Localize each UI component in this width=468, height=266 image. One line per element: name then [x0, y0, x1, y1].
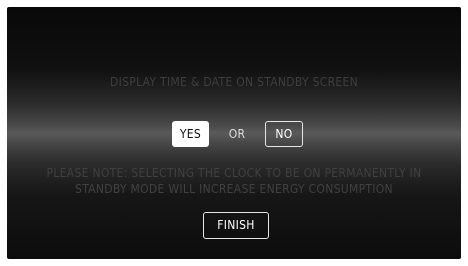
dialog-title: DISPLAY TIME & DATE ON STANDBY SCREEN [110, 75, 358, 89]
energy-note-line-1: PLEASE NOTE: SELECTING THE CLOCK TO BE O… [46, 166, 422, 180]
standby-settings-screen: DISPLAY TIME & DATE ON STANDBY SCREEN YE… [7, 7, 461, 259]
no-button[interactable]: NO [265, 121, 303, 147]
energy-note: PLEASE NOTE: SELECTING THE CLOCK TO BE O… [7, 165, 461, 197]
energy-note-line-2: STANDBY MODE WILL INCREASE ENERGY CONSUM… [75, 182, 393, 196]
yes-button[interactable]: YES [172, 121, 209, 147]
choice-row: YES OR NO [7, 121, 461, 147]
or-label: OR [228, 127, 246, 141]
finish-button[interactable]: FINISH [203, 212, 269, 239]
